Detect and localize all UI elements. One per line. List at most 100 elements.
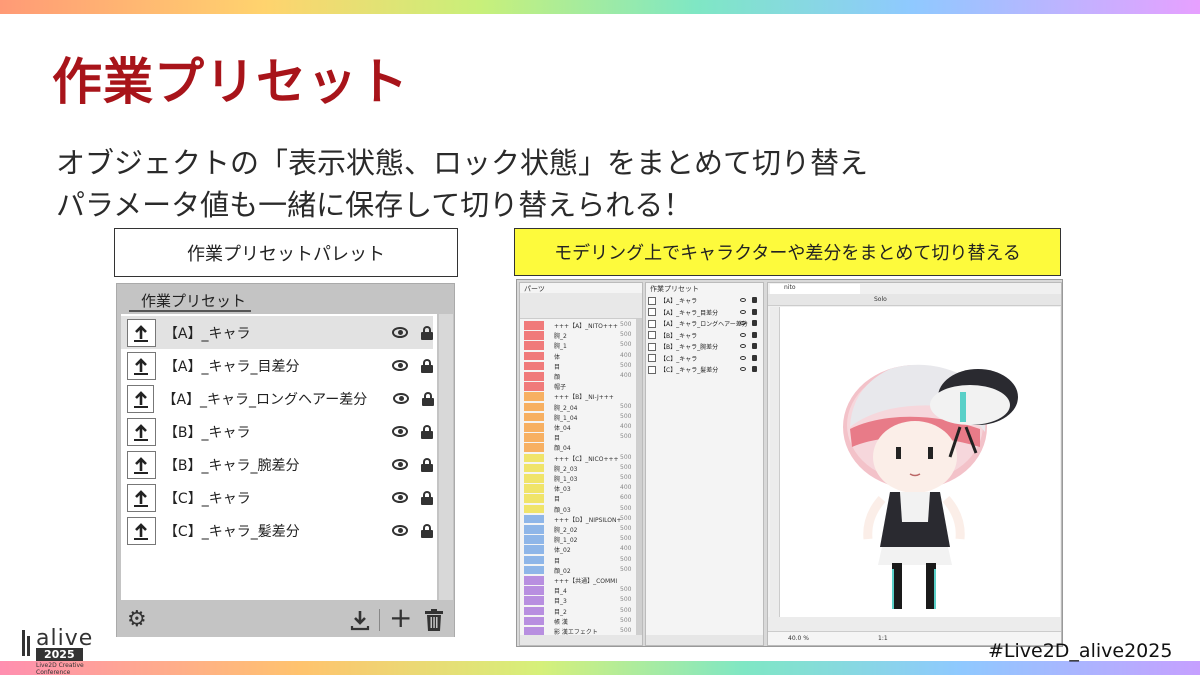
lock-icon[interactable] xyxy=(421,424,434,439)
load-preset-button[interactable] xyxy=(127,351,156,380)
eye-icon[interactable] xyxy=(391,525,409,536)
mini-load-button[interactable] xyxy=(648,308,656,316)
mini-load-button[interactable] xyxy=(648,331,656,339)
lock-icon[interactable] xyxy=(421,325,434,340)
mini-preset-row[interactable]: 【A】_キャラ_目差分 xyxy=(648,307,760,318)
tab-mini-presets[interactable]: 作業プリセット xyxy=(650,284,699,294)
lock-icon[interactable] xyxy=(752,331,757,338)
part-row[interactable]: 腕_1 500 xyxy=(520,341,636,350)
part-row[interactable]: 顔_02 500 xyxy=(520,565,636,575)
preset-list-scrollbar[interactable] xyxy=(439,314,453,600)
lock-icon[interactable] xyxy=(421,457,434,472)
part-row[interactable]: 顔_03 500 xyxy=(520,504,636,514)
mini-preset-row[interactable]: 【B】_キャラ xyxy=(648,330,760,341)
eye-icon[interactable] xyxy=(740,367,746,371)
part-row[interactable]: +++【共通】_COMMI xyxy=(520,576,636,585)
lock-icon[interactable] xyxy=(421,490,434,505)
load-preset-button[interactable] xyxy=(127,516,156,545)
part-row[interactable]: 目_4 500 xyxy=(520,586,636,595)
lock-icon[interactable] xyxy=(752,308,757,315)
load-preset-button[interactable] xyxy=(127,384,155,413)
solo-dropdown[interactable]: Solo xyxy=(874,296,887,303)
preset-row[interactable]: 【A】_キャラ_目差分 xyxy=(121,349,434,382)
preset-row[interactable]: 【C】_キャラ_髪差分 xyxy=(121,514,434,547)
part-row[interactable]: 目_2 500 xyxy=(520,606,636,616)
zoom-ratio[interactable]: 1:1 xyxy=(878,635,888,642)
load-preset-button[interactable] xyxy=(127,483,156,512)
preset-row[interactable]: 【B】_キャラ_腕差分 xyxy=(121,448,434,481)
load-preset-button[interactable] xyxy=(127,450,156,479)
load-preset-button[interactable] xyxy=(127,318,156,347)
part-row[interactable]: +++【C】_NICO+++ 500 xyxy=(520,453,636,463)
part-row[interactable]: 目 500 xyxy=(520,361,636,371)
eye-icon[interactable] xyxy=(740,332,746,337)
mini-preset-row[interactable]: 【A】_キャラ xyxy=(648,295,760,306)
part-row[interactable]: 帽子 xyxy=(520,382,636,391)
zoom-level[interactable]: 40.0 % xyxy=(788,635,809,642)
part-row[interactable]: 腕_2_03 500 xyxy=(520,463,636,473)
mini-preset-row[interactable]: 【A】_キャラ_ロングヘアー差分 xyxy=(648,318,760,329)
eye-icon[interactable] xyxy=(391,426,409,437)
trash-icon[interactable] xyxy=(425,609,443,631)
part-row[interactable]: 腕_2 500 xyxy=(520,331,636,340)
part-row[interactable]: +++【A】_NITO+++ 500 xyxy=(520,321,636,330)
part-row[interactable]: 目 500 xyxy=(520,555,636,565)
mini-load-button[interactable] xyxy=(648,296,656,305)
eye-icon[interactable] xyxy=(740,321,746,325)
part-row[interactable]: 目 600 xyxy=(520,494,636,503)
lock-icon[interactable] xyxy=(752,366,757,372)
lock-icon[interactable] xyxy=(752,343,757,349)
mini-load-button[interactable] xyxy=(648,342,656,351)
eye-icon[interactable] xyxy=(740,298,746,302)
part-row[interactable]: 目 500 xyxy=(520,433,636,442)
part-row[interactable]: 腕_1_04 500 xyxy=(520,412,636,422)
gear-icon[interactable]: ⚙ xyxy=(127,609,147,631)
preset-row[interactable]: 【A】_キャラ_ロングヘアー差分 xyxy=(121,382,435,415)
eye-icon[interactable] xyxy=(740,355,746,360)
eye-icon[interactable] xyxy=(393,393,410,404)
tab-work-preset[interactable]: 作業プリセット xyxy=(129,288,251,312)
mini-preset-row[interactable]: 【C】_キャラ xyxy=(648,353,760,364)
download-icon[interactable] xyxy=(349,609,371,631)
lock-icon[interactable] xyxy=(421,523,434,538)
eye-icon[interactable] xyxy=(391,327,409,338)
lock-icon[interactable] xyxy=(752,320,757,326)
eye-icon[interactable] xyxy=(740,344,746,348)
preset-row[interactable]: 【B】_キャラ xyxy=(121,415,434,448)
load-preset-button[interactable] xyxy=(127,417,156,446)
tab-canvas-nito[interactable]: nito xyxy=(770,284,860,294)
model-canvas[interactable] xyxy=(780,307,1060,617)
part-row[interactable]: 体_04 400 xyxy=(520,423,636,432)
eye-icon[interactable] xyxy=(740,309,746,314)
part-row[interactable]: 腕_1_03 500 xyxy=(520,474,636,483)
part-row[interactable]: 腕_1_02 500 xyxy=(520,535,636,544)
mini-preset-row[interactable]: 【B】_キャラ_腕差分 xyxy=(648,341,760,352)
part-row[interactable]: 目_3 500 xyxy=(520,596,636,605)
eye-icon[interactable] xyxy=(391,492,409,503)
part-row[interactable]: +++【D】_NIPSILON+ 500 xyxy=(520,514,636,524)
part-row[interactable]: 腕_2_04 500 xyxy=(520,402,636,412)
plus-icon[interactable]: + xyxy=(389,604,412,632)
part-row[interactable]: 体_03 400 xyxy=(520,484,636,493)
part-row[interactable]: +++【B】_NI-J+++ xyxy=(520,392,636,401)
mini-load-button[interactable] xyxy=(648,354,656,362)
part-row[interactable]: 体_02 400 xyxy=(520,545,636,554)
part-row[interactable]: 体 400 xyxy=(520,351,636,361)
lock-icon[interactable] xyxy=(422,391,435,406)
part-row[interactable]: 顔_04 xyxy=(520,443,636,452)
preset-row[interactable]: 【C】_キャラ xyxy=(121,481,434,514)
mini-load-button[interactable] xyxy=(648,319,656,328)
lock-icon[interactable] xyxy=(752,354,757,361)
parts-scrollbar[interactable] xyxy=(636,319,642,635)
part-row[interactable]: 腕_2_02 500 xyxy=(520,525,636,534)
part-row[interactable]: 帳 漢 500 xyxy=(520,616,636,626)
mini-load-button[interactable] xyxy=(648,365,656,374)
lock-icon[interactable] xyxy=(752,297,757,303)
part-row[interactable]: 顔 400 xyxy=(520,372,636,381)
eye-icon[interactable] xyxy=(391,459,409,470)
part-name: 顔_03 xyxy=(554,506,571,514)
mini-preset-row[interactable]: 【C】_キャラ_髪差分 xyxy=(648,364,760,375)
lock-icon[interactable] xyxy=(421,358,434,373)
eye-icon[interactable] xyxy=(391,360,409,371)
preset-row[interactable]: 【A】_キャラ xyxy=(121,316,434,349)
